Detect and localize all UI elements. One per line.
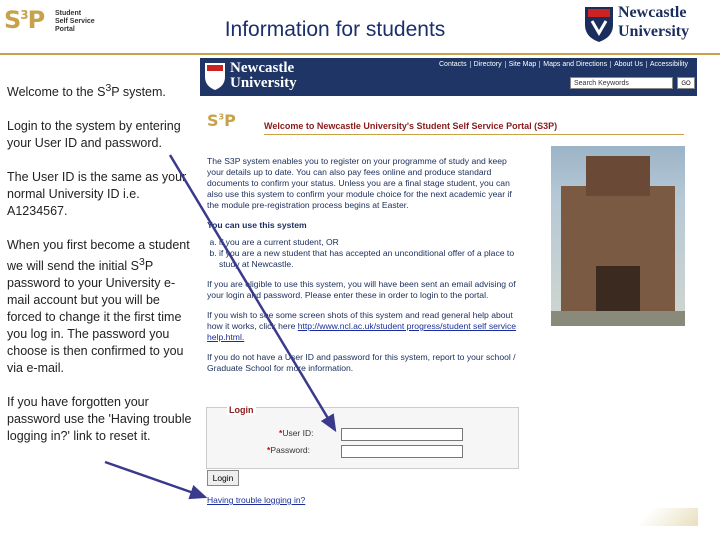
portal-no-id: If you do not have a User ID and passwor… [207,352,516,373]
portal-brand[interactable]: Newcastle University [230,61,297,91]
portal-content: The S3P system enables you to register o… [207,156,519,383]
nav-link-contacts[interactable]: Contacts [436,61,471,68]
list-item: if you are a current student, OR [219,237,519,248]
search-go-button[interactable]: GO [677,77,695,89]
portal-nav-links: Contacts Directory Site Map Maps and Direct… [436,61,691,68]
page-title: Information for students [224,18,446,41]
portal-eligible: If you are eligible to use this system, … [207,279,516,300]
portal-use-label: You can use this system [207,220,307,230]
search-input[interactable]: Search Keywords [570,77,673,89]
nav-link-about[interactable]: About Us [611,61,647,68]
portal-welcome-heading: Welcome to Newcastle University's Studen… [264,121,684,135]
portal-intro: The S3P system enables you to register o… [207,156,512,210]
list-item: if you are a new student that has accept… [219,248,519,270]
university-shield-icon [585,7,613,42]
nav-link-accessibility[interactable]: Accessibility [647,61,691,68]
corner-decoration [610,508,698,526]
user-id-label: *User ID: [279,428,314,438]
s3p-logo: S3P Student Self Service Portal [4,6,104,38]
portal-navbar: Newcastle University Contacts Directory Sit… [200,58,697,96]
portal-use-list: if you are a current student, OR if you … [207,237,519,270]
s3p-logo-mark: S3P [4,6,45,34]
instruction-forgotten-password: If you have forgotten your password use … [7,395,192,444]
university-shield-icon [205,63,225,90]
trouble-logging-in-link[interactable]: Having trouble logging in? [207,495,305,505]
login-button[interactable]: Login [207,470,239,486]
instruction-user-id: The User ID is the same as your normal U… [7,170,187,219]
login-title: Login [227,405,256,415]
login-form: Login *User ID: *Password: [206,405,519,469]
portal-s3p-logo: S3P [207,111,236,130]
nav-link-site-map[interactable]: Site Map [505,61,541,68]
password-label: *Password: [267,445,310,455]
s3p-logo-subtitle: Student Self Service Portal [55,10,95,33]
portal-screenshot: Newcastle University Contacts Directory Sit… [200,58,700,505]
building-photo [551,146,685,326]
header-divider [0,53,720,55]
arrow-to-trouble-link [104,460,208,500]
instruction-login: Login to the system by entering your Use… [7,119,181,151]
instructions: Welcome to the S3P system. Login to the … [7,80,195,462]
user-id-input[interactable] [341,428,463,441]
university-name: Newcastle University [618,4,690,40]
newcastle-university-logo: Newcastle University [584,3,718,47]
nav-link-directory[interactable]: Directory [470,61,506,68]
password-input[interactable] [341,445,463,458]
portal-screenshots-help: If you wish to see some screen shots of … [207,310,517,342]
instruction-first-login: When you first become a student we will … [7,238,190,376]
nav-link-maps[interactable]: Maps and Directions [540,61,612,68]
instruction-welcome: Welcome to the S3P system. [7,83,166,100]
